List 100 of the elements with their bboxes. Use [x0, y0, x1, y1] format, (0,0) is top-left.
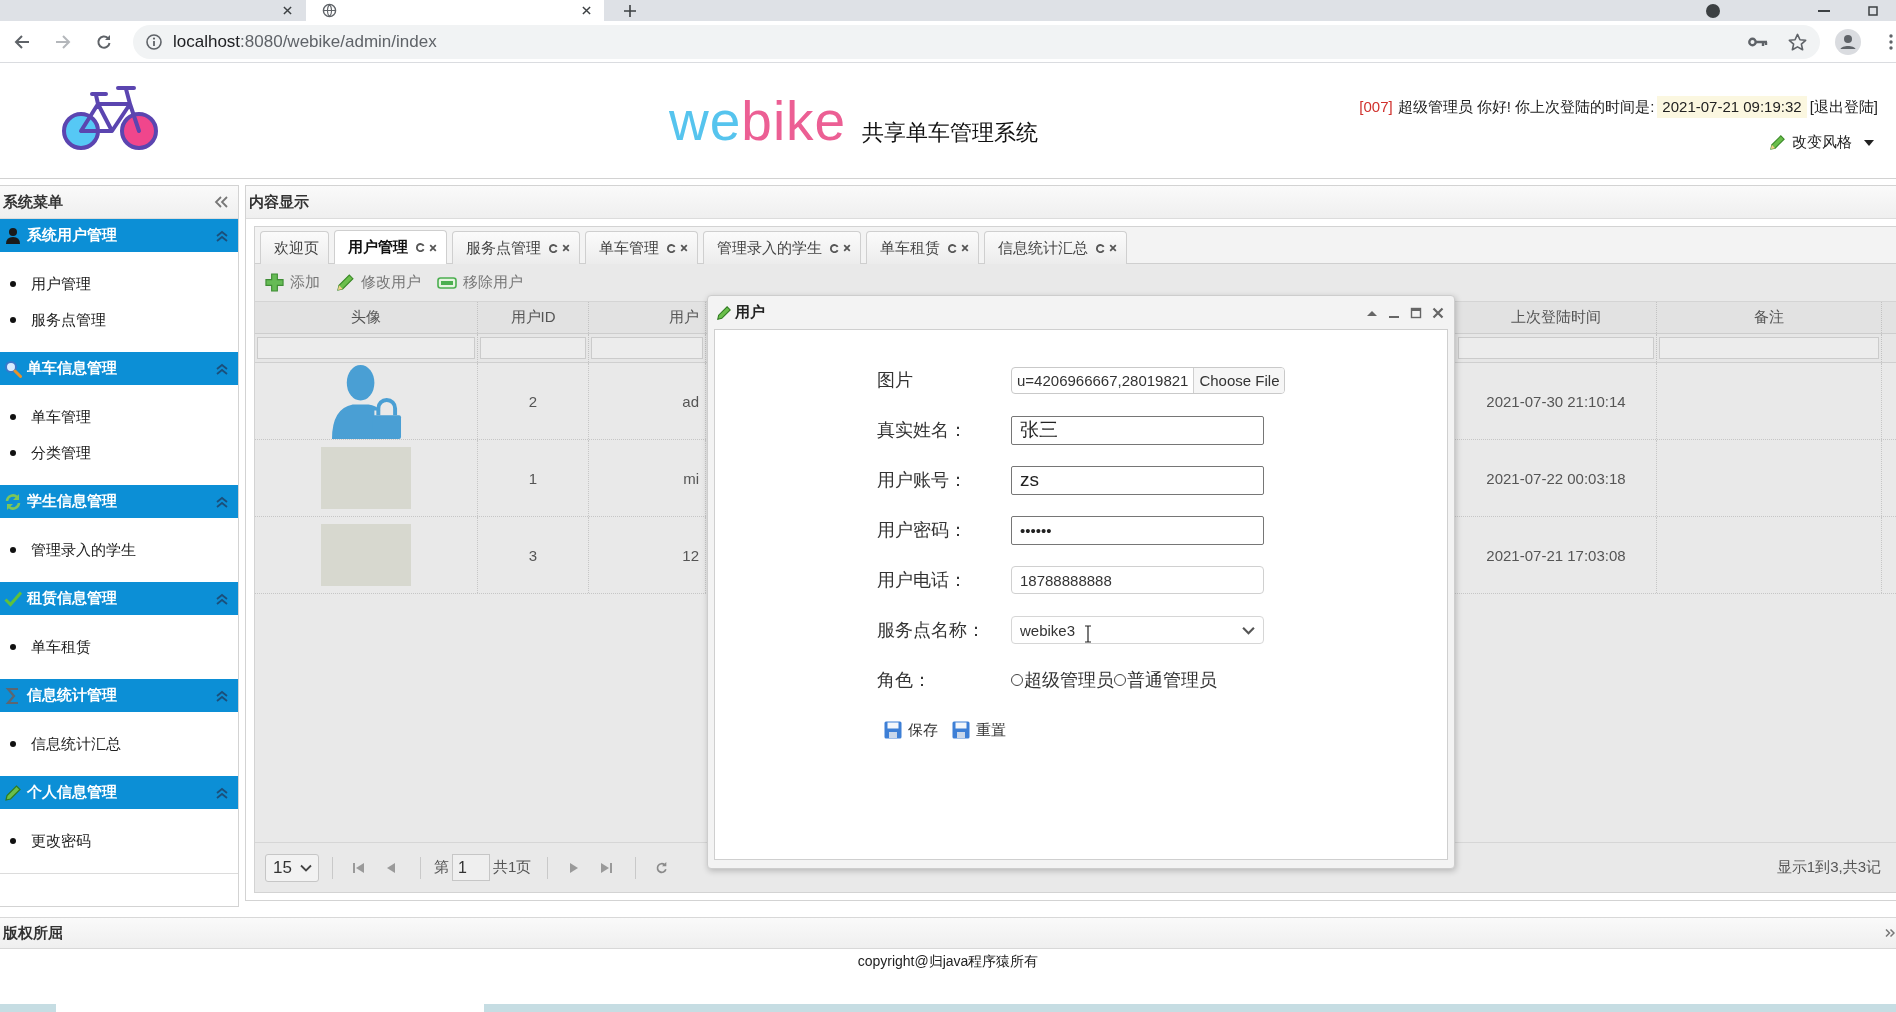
chevron-down-icon — [300, 863, 312, 872]
menu-link[interactable]: 更改密码 — [31, 831, 91, 851]
reset-button[interactable]: 重置 — [952, 720, 1006, 740]
close-icon[interactable] — [1432, 306, 1444, 319]
table-cell: 12 — [589, 517, 706, 593]
menu-section-header[interactable]: 个人信息管理 — [0, 776, 238, 809]
page-label: 第 — [434, 858, 449, 877]
service-point-select[interactable]: webike3 — [1011, 616, 1264, 644]
password-field[interactable]: •••••• — [1011, 515, 1264, 545]
address-bar[interactable]: localhost:8080/webike/admin/index — [133, 24, 1820, 59]
choose-file-button[interactable]: Choose File — [1193, 367, 1285, 393]
reload-icon[interactable] — [96, 33, 112, 50]
column-header: 备注 — [1657, 302, 1882, 333]
field-label: 图片 — [877, 369, 913, 392]
content-tab[interactable]: 用户管理 — [334, 230, 447, 264]
filter-field[interactable] — [1458, 337, 1654, 359]
file-field[interactable]: u=4206966667,28019821 Choose File — [1011, 366, 1286, 394]
menu-icon[interactable] — [1889, 33, 1893, 50]
field-label: 服务点名称： — [877, 619, 985, 642]
column-header: 头像 — [255, 302, 478, 333]
double-chevron-left-icon[interactable] — [214, 196, 228, 208]
close-icon[interactable] — [582, 6, 591, 15]
edit-button[interactable]: 修改用户 — [336, 273, 421, 292]
bullet-icon — [10, 317, 16, 323]
circle-icon[interactable] — [1706, 3, 1720, 18]
close-icon[interactable] — [843, 244, 851, 252]
close-icon[interactable] — [562, 244, 570, 252]
close-icon[interactable] — [429, 243, 437, 252]
close-icon[interactable] — [1109, 244, 1117, 252]
role-option[interactable]: 普通管理员 — [1114, 668, 1217, 692]
phone-field[interactable]: 18788888888 — [1011, 566, 1264, 594]
menu-link[interactable]: 服务点管理 — [31, 310, 106, 330]
menu-section-header[interactable]: 信息统计管理 — [0, 679, 238, 712]
role-option[interactable]: 超级管理员 — [1011, 668, 1114, 692]
reload-icon[interactable] — [1096, 243, 1105, 253]
content-tab[interactable]: 欢迎页 — [260, 231, 329, 264]
info-icon[interactable] — [146, 33, 162, 50]
reload-icon[interactable] — [830, 243, 839, 253]
table-cell: 2021-07-30 21:10:14 — [1456, 363, 1657, 439]
add-button[interactable]: 添加 — [265, 273, 320, 292]
radio-button[interactable] — [1114, 674, 1126, 686]
menu-link[interactable]: 信息统计汇总 — [31, 734, 121, 754]
content-tab[interactable]: 单车租赁 — [866, 231, 979, 264]
content-tab[interactable]: 信息统计汇总 — [984, 231, 1127, 264]
menu-link[interactable]: 管理录入的学生 — [31, 540, 136, 560]
content-tab[interactable]: 管理录入的学生 — [703, 231, 861, 264]
style-menu[interactable]: 改变风格 — [1769, 133, 1874, 152]
field-label: 真实姓名： — [877, 419, 967, 442]
pencil-icon — [1769, 134, 1786, 151]
page-number-field[interactable]: 1 — [452, 854, 490, 881]
field-label: 用户账号： — [877, 469, 967, 492]
footer-title: 版权所屈 — [3, 923, 63, 943]
menu-link[interactable]: 单车租赁 — [31, 637, 91, 657]
pencil-icon — [4, 783, 22, 802]
close-icon[interactable] — [680, 244, 688, 252]
table-cell: 2021-07-21 17:03:08 — [1456, 517, 1657, 593]
menu-section-header[interactable]: 租赁信息管理 — [0, 582, 238, 615]
reload-icon[interactable] — [416, 243, 425, 252]
key-icon[interactable] — [1748, 36, 1768, 47]
save-button[interactable]: 保存 — [884, 720, 938, 740]
close-icon[interactable] — [283, 6, 292, 15]
filter-field[interactable] — [591, 337, 703, 359]
page-size-select[interactable]: 15 — [265, 853, 319, 882]
minimize-icon[interactable] — [1818, 9, 1830, 12]
reload-icon[interactable] — [667, 243, 676, 253]
plus-icon — [265, 273, 284, 292]
remove-button[interactable]: 移除用户 — [437, 273, 523, 292]
star-icon[interactable] — [1788, 32, 1807, 51]
filter-field[interactable] — [480, 337, 586, 359]
table-cell: 1 — [478, 440, 589, 516]
copyright-text: copyright@归java程序猿所有 — [857, 952, 1039, 971]
menu-section-header[interactable]: 系统用户管理 — [0, 219, 238, 252]
menu-link[interactable]: 单车管理 — [31, 407, 91, 427]
menu-link[interactable]: 分类管理 — [31, 443, 91, 463]
logout-link[interactable]: [退出登陆] — [1809, 96, 1878, 118]
panel-title: 内容显示 — [249, 192, 309, 212]
text-field[interactable]: zs — [1011, 465, 1264, 495]
filter-field[interactable] — [1659, 337, 1879, 359]
close-icon[interactable] — [961, 244, 969, 252]
maximize-icon[interactable] — [1868, 5, 1878, 16]
maximize-icon[interactable] — [1410, 306, 1422, 319]
content-tab[interactable]: 服务点管理 — [452, 231, 580, 264]
double-chevron-right-icon[interactable] — [1885, 928, 1895, 938]
bullet-icon — [10, 414, 16, 420]
menu-section-header[interactable]: 单车信息管理 — [0, 352, 238, 385]
content-tab[interactable]: 单车管理 — [585, 231, 698, 264]
text-field[interactable]: 张三 — [1011, 415, 1264, 445]
plus-icon[interactable] — [624, 4, 636, 17]
filter-field[interactable] — [257, 337, 475, 359]
profile-avatar-icon[interactable] — [1835, 28, 1861, 55]
menu-section-header[interactable]: 学生信息管理 — [0, 485, 238, 518]
last-login-time: 2021-07-21 09:19:32 — [1657, 96, 1807, 118]
radio-button[interactable] — [1011, 674, 1023, 686]
check-icon — [4, 589, 22, 608]
menu-link[interactable]: 用户管理 — [31, 274, 91, 294]
caret-icon — [1864, 139, 1874, 146]
reload-icon[interactable] — [549, 243, 558, 253]
back-arrow-icon[interactable] — [14, 33, 30, 50]
bullet-icon — [10, 547, 16, 553]
reload-icon[interactable] — [948, 243, 957, 253]
